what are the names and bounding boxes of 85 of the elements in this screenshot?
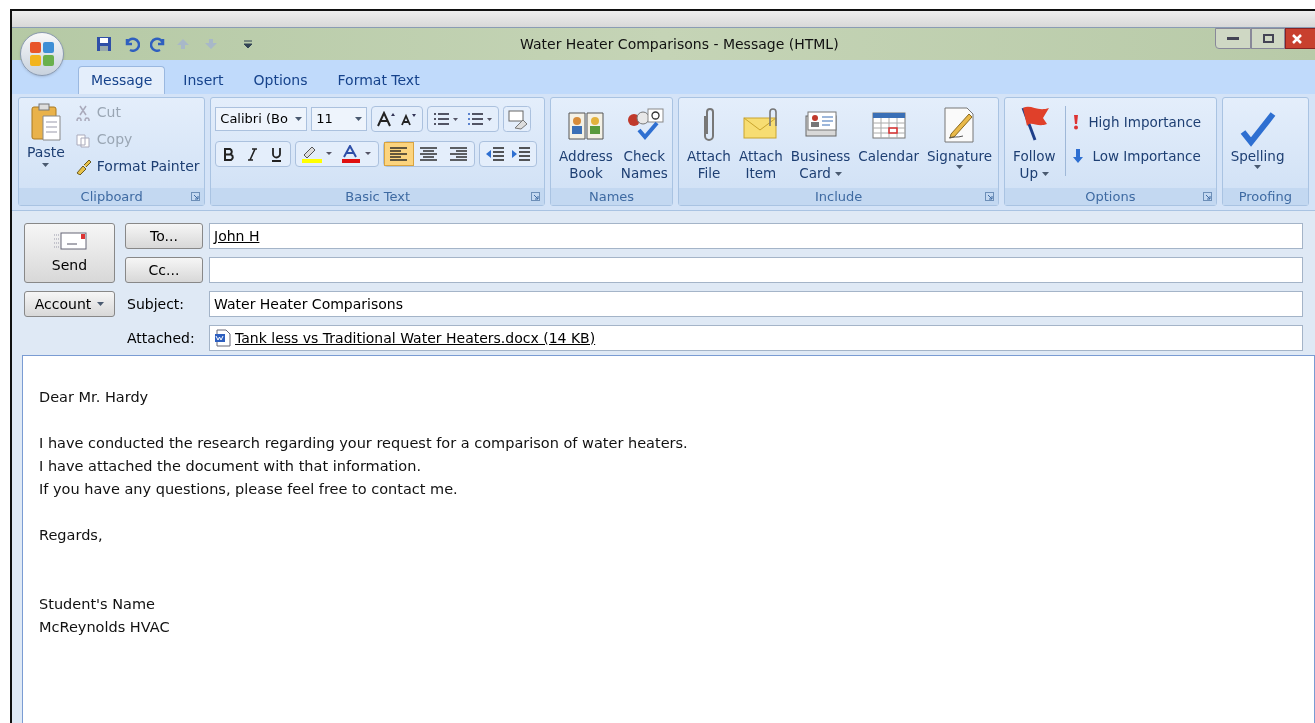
save-icon[interactable]	[96, 36, 112, 52]
group-title: Options	[1085, 187, 1136, 206]
highlight-icon[interactable]	[301, 145, 334, 163]
dialog-launcher-icon[interactable]	[531, 192, 541, 201]
paste-button[interactable]: Paste	[23, 102, 69, 167]
ribbon-button[interactable]: Calendar	[854, 102, 924, 165]
clipboard-icon	[29, 102, 62, 142]
caret-icon	[42, 163, 50, 167]
bold-icon[interactable]	[224, 147, 235, 161]
caret-icon	[1042, 172, 1049, 176]
ribbon-button[interactable]: Business Card	[786, 102, 855, 182]
clear-formatting-icon[interactable]	[503, 106, 532, 132]
decrease-indent-icon[interactable]	[485, 146, 506, 162]
caret-icon	[295, 117, 303, 121]
group-title: Include	[814, 187, 863, 206]
group-title: Proofing	[1238, 187, 1292, 206]
format-painter-button[interactable]: Format Painter	[74, 156, 200, 177]
signature-text: McReynolds HVAC	[39, 618, 171, 637]
ribbon-tab[interactable]: Insert	[171, 66, 236, 94]
send-button[interactable]: Send	[24, 223, 115, 283]
ribbon-button[interactable]: Address Book	[555, 102, 617, 182]
shrink-font-icon[interactable]	[401, 112, 418, 126]
account-button[interactable]: Account	[24, 291, 115, 317]
attachment-link[interactable]: Tank less vs Traditional Water Heaters.docx (14 KB)	[235, 327, 596, 349]
dialog-launcher-icon[interactable]	[1202, 192, 1212, 201]
office-logo-icon	[29, 41, 55, 67]
subject-label: Subject:	[126, 294, 186, 314]
spelling-button[interactable]: Spelling	[1226, 102, 1289, 169]
low-importance-button[interactable]: Low Importance	[1072, 146, 1202, 167]
group-title: Names	[589, 187, 635, 206]
caret-icon	[1254, 165, 1262, 169]
brush-icon	[74, 158, 92, 175]
ribbon-tab[interactable]: Message	[78, 66, 166, 94]
follow-up-button[interactable]: Follow Up	[1009, 102, 1060, 182]
increase-indent-icon[interactable]	[511, 146, 532, 162]
font-color-icon[interactable]	[341, 145, 374, 163]
envelope-icon	[51, 230, 88, 251]
body-text: I have conducted the research regarding your request for a comparison of water heaters.	[39, 434, 689, 453]
customize-toolbar-icon[interactable]	[244, 40, 252, 48]
high-importance-button[interactable]: High Importance	[1072, 112, 1202, 133]
ribbon-tab[interactable]: Options	[241, 66, 320, 94]
document-icon	[214, 329, 231, 347]
font-size-dropdown[interactable]: 11	[311, 107, 368, 131]
align-left-button[interactable]	[384, 142, 415, 166]
underline-icon[interactable]	[271, 146, 283, 162]
maximize-button[interactable]	[1251, 28, 1285, 49]
close-icon	[1292, 33, 1302, 44]
greeting-text: Dear Mr. Hardy	[39, 388, 150, 407]
align-right-icon	[450, 147, 469, 161]
dialog-launcher-icon[interactable]	[985, 192, 995, 201]
minimize-button[interactable]	[1215, 28, 1251, 49]
envelope-paperclip-icon	[741, 108, 780, 142]
bullet-list-icon[interactable]	[433, 112, 460, 126]
office-button[interactable]	[20, 32, 64, 76]
subject-field[interactable]: Water Heater Comparisons	[209, 291, 1303, 317]
font-name-dropdown[interactable]: Calibri (Bo	[215, 107, 308, 131]
cc-field[interactable]	[209, 257, 1303, 283]
group-title: Clipboard	[80, 187, 143, 206]
ribbon-button[interactable]: Check Names	[616, 102, 672, 182]
group-title: Basic Text	[345, 187, 411, 206]
italic-icon[interactable]	[248, 147, 258, 161]
signature-text: Student's Name	[39, 595, 156, 614]
align-left-icon	[390, 147, 409, 161]
cc-button[interactable]: Cc...	[125, 257, 203, 283]
numbered-list-icon[interactable]	[467, 112, 494, 126]
caret-icon	[97, 302, 105, 306]
closing-text: Regards,	[39, 526, 104, 545]
align-center-icon	[420, 147, 439, 161]
to-field[interactable]: John H	[209, 223, 1303, 249]
scissors-icon	[74, 104, 92, 121]
exclamation-icon	[1072, 114, 1081, 131]
down-arrow-icon	[1072, 148, 1085, 165]
window-title: Water Heater Comparisons - Message (HTML)	[520, 34, 839, 54]
grow-font-icon[interactable]	[377, 111, 396, 127]
dialog-launcher-icon[interactable]	[191, 192, 201, 201]
to-button[interactable]: To...	[125, 223, 203, 249]
copy-icon	[74, 131, 92, 148]
ribbon-tab[interactable]: Format Text	[325, 66, 432, 94]
body-text: If you have any questions, please feel free to contact me.	[39, 480, 459, 499]
attached-label: Attached:	[126, 328, 196, 348]
ribbon-button[interactable]: Attach Item	[734, 102, 787, 182]
ribbon-button[interactable]: Attach File	[683, 102, 735, 182]
ribbon-button[interactable]: Signature	[923, 102, 997, 169]
caret-icon	[355, 117, 363, 121]
body-text: I have attached the document with that information.	[39, 457, 422, 476]
